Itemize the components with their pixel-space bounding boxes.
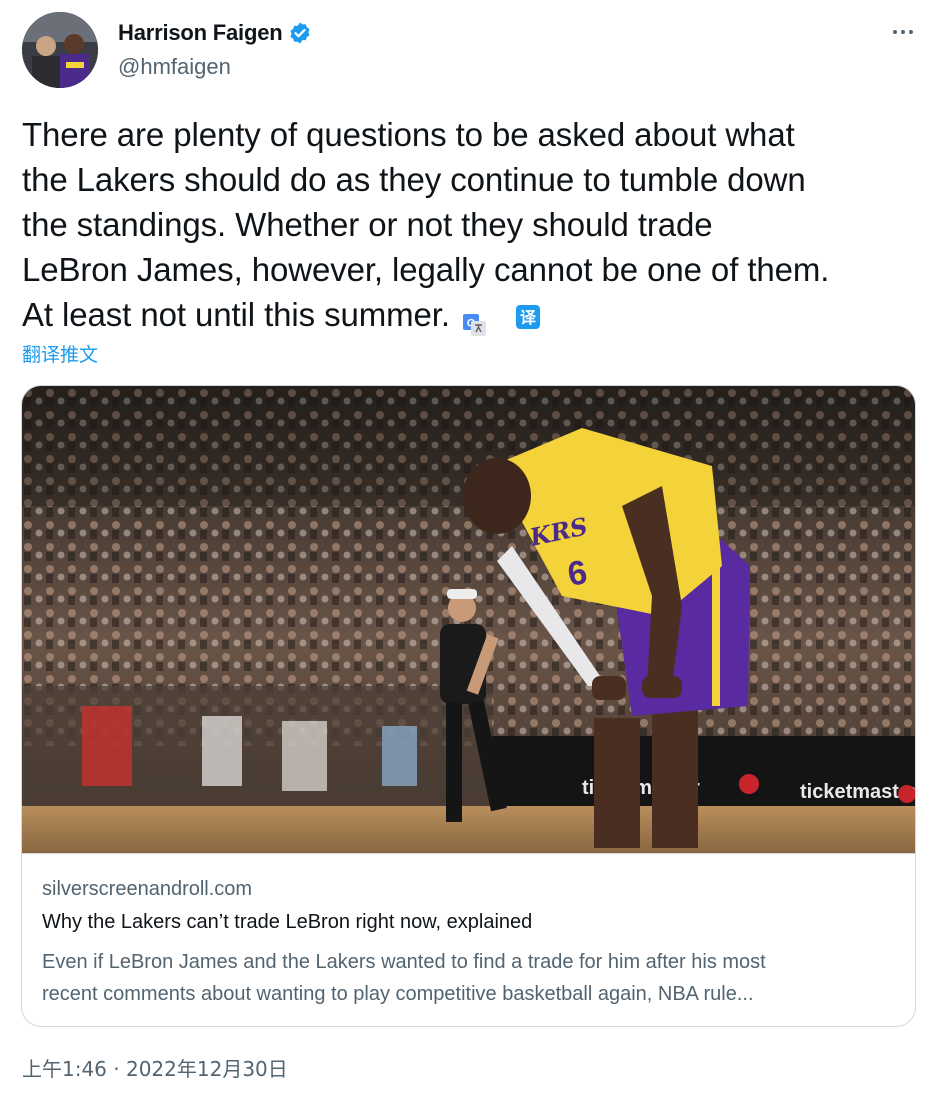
name-row: Harrison Faigen bbox=[118, 20, 312, 46]
card-title: Why the Lakers can’t trade LeBron right … bbox=[42, 911, 533, 933]
ad-board-text: ticketmaster bbox=[800, 781, 915, 803]
tweet-text: There are plenty of questions to be aske… bbox=[22, 112, 918, 337]
translate-icons: G 译 bbox=[462, 304, 540, 337]
card-meta: silverscreenandroll.com Why the Lakers c… bbox=[22, 853, 915, 1026]
translate-badge-icon[interactable]: 译 bbox=[515, 305, 540, 330]
handle[interactable]: @hmfaigen bbox=[118, 54, 231, 80]
verified-badge-icon bbox=[288, 21, 312, 45]
card-image: ticketmaster ticketmaster KRS 6 bbox=[22, 386, 915, 853]
card-description-line: recent comments about wanting to play co… bbox=[42, 983, 754, 1005]
link-card[interactable]: ticketmaster ticketmaster KRS 6 silversc… bbox=[21, 385, 916, 1027]
tweet-header: Harrison Faigen @hmfaigen bbox=[22, 12, 918, 92]
google-translate-icon[interactable]: G bbox=[462, 304, 488, 337]
avatar[interactable] bbox=[22, 12, 98, 88]
card-domain: silverscreenandroll.com bbox=[42, 878, 253, 900]
more-options-icon[interactable] bbox=[888, 22, 918, 42]
display-name[interactable]: Harrison Faigen bbox=[118, 20, 283, 46]
card-description-line: Even if LeBron James and the Lakers want… bbox=[42, 951, 766, 973]
tweet-line: LeBron James, however, legally cannot be… bbox=[22, 251, 830, 288]
card-description: Even if LeBron James and the Lakers want… bbox=[42, 946, 902, 1010]
tweet-timestamp[interactable]: 上午1:46 · 2022年12月30日 bbox=[22, 1053, 288, 1082]
tweet-line: the Lakers should do as they continue to… bbox=[22, 161, 806, 198]
tweet-line: At least not until this summer. bbox=[22, 296, 450, 333]
translate-tweet-link[interactable]: 翻译推文 bbox=[22, 340, 98, 367]
tweet-line-last: At least not until this summer. G 译 bbox=[22, 292, 918, 337]
tweet-line: the standings. Whether or not they shoul… bbox=[22, 206, 713, 243]
tweet-line: There are plenty of questions to be aske… bbox=[22, 116, 795, 153]
